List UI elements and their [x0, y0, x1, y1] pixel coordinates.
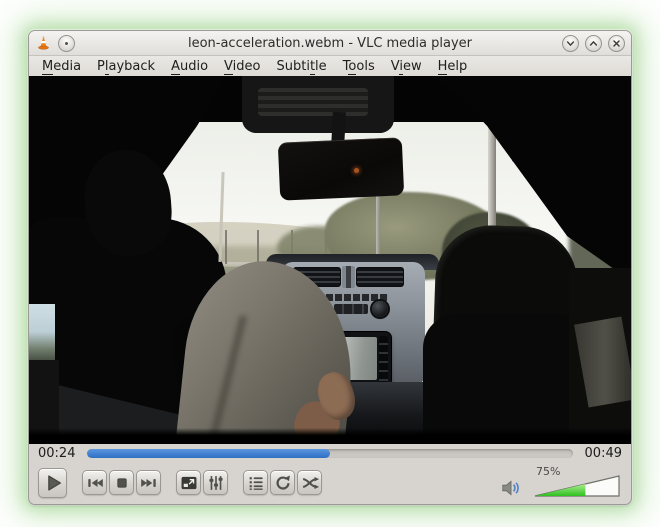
fullscreen-icon — [179, 473, 199, 493]
menu-item-playback[interactable]: Playback — [89, 58, 163, 75]
next-button[interactable] — [136, 470, 161, 495]
seek-row: 00:24 00:49 — [29, 444, 631, 463]
dash-air-vent — [356, 267, 404, 287]
mirror-reflection-dot — [354, 168, 359, 173]
menu-item-audio[interactable]: Audio — [163, 58, 216, 75]
loop-icon — [273, 473, 293, 493]
dash-vent-divider — [342, 266, 355, 288]
dash-climate-knob — [372, 301, 388, 317]
skip-forward-icon — [139, 473, 159, 493]
loop-button[interactable] — [270, 470, 295, 495]
previous-button[interactable] — [82, 470, 107, 495]
scene-lamp-post — [225, 230, 227, 264]
scene-left-window — [29, 304, 55, 366]
dash-climate-buttons — [334, 304, 368, 314]
video-area[interactable] — [29, 76, 631, 444]
window-buttons — [556, 34, 625, 52]
shuffle-button[interactable] — [297, 470, 322, 495]
nav-side-buttons — [379, 336, 388, 382]
fullscreen-button[interactable] — [176, 470, 201, 495]
window-title: leon-acceleration.webm - VLC media playe… — [187, 35, 473, 51]
close-button[interactable] — [608, 34, 625, 52]
menu-item-media[interactable]: Media — [34, 58, 89, 75]
equalizer-icon — [206, 473, 226, 493]
minimize-button[interactable] — [562, 34, 579, 52]
scene-bottom-shadow — [29, 428, 631, 444]
menu-item-tools[interactable]: Tools — [335, 58, 383, 75]
transport-buttons — [38, 467, 324, 498]
playlist-button[interactable] — [243, 470, 268, 495]
shuffle-icon — [300, 473, 320, 493]
pin-button[interactable] — [58, 34, 75, 52]
rear-view-mirror — [277, 137, 405, 201]
chevron-up-icon — [587, 37, 600, 50]
window-titlebar[interactable]: leon-acceleration.webm - VLC media playe… — [29, 31, 631, 56]
extended-settings-button[interactable] — [203, 470, 228, 495]
maximize-button[interactable] — [585, 34, 602, 52]
close-icon — [610, 37, 623, 50]
playlist-icon — [246, 473, 266, 493]
vlc-cone-icon — [35, 35, 52, 52]
menu-item-help[interactable]: Help — [430, 58, 476, 75]
scene-lamp-post — [257, 230, 259, 264]
seek-bar[interactable] — [87, 449, 573, 458]
volume-control: 75% — [500, 465, 620, 501]
play-icon — [41, 471, 65, 495]
menu-bar: Media Playback Audio Video Subtitle Tools View… — [29, 56, 631, 76]
overhead-console-vent — [258, 88, 368, 116]
speaker-icon[interactable] — [500, 477, 522, 497]
menu-item-view[interactable]: View — [383, 58, 430, 75]
menu-item-subtitle[interactable]: Subtitle — [268, 58, 334, 75]
stop-button[interactable] — [109, 470, 134, 495]
volume-slider[interactable] — [534, 474, 620, 498]
vlc-window: leon-acceleration.webm - VLC media playe… — [28, 30, 632, 505]
play-button[interactable] — [38, 467, 67, 498]
chevron-down-icon — [564, 37, 577, 50]
time-elapsed: 00:24 — [38, 446, 76, 461]
menu-item-video[interactable]: Video — [216, 58, 268, 75]
skip-back-icon — [85, 473, 105, 493]
pin-icon — [65, 41, 68, 45]
stop-icon — [112, 473, 132, 493]
controls-row: 75% — [29, 463, 631, 504]
seek-fill — [87, 449, 330, 458]
time-duration: 00:49 — [584, 446, 622, 461]
